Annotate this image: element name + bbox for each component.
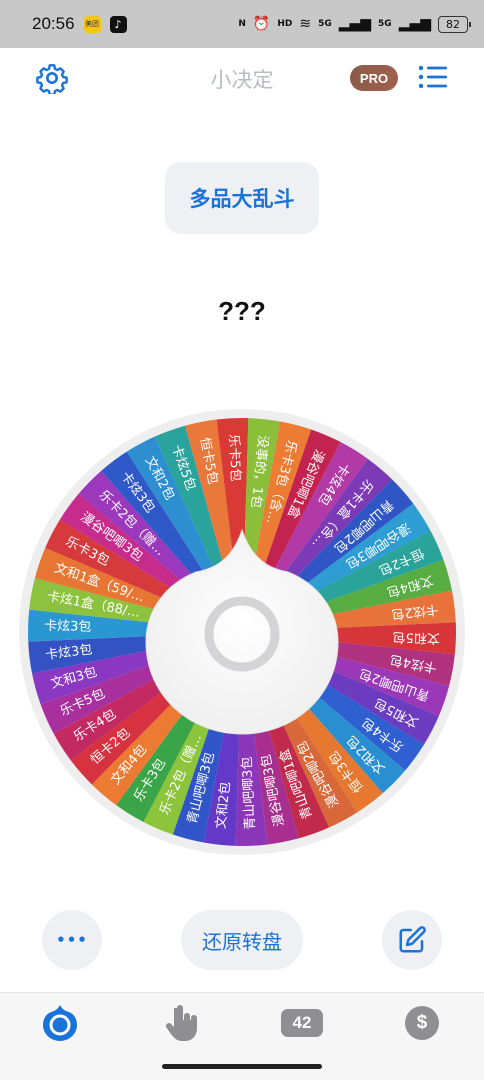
tiktok-app-icon: ♪ bbox=[109, 15, 127, 33]
battery-icon: 82 bbox=[438, 15, 471, 33]
status-indicators: N ⏰ HD ≋ 5G ▂▄▆ 5G ▂▄▆ 82 bbox=[238, 15, 471, 33]
wheel-segment-label: 卡炫3包 bbox=[44, 618, 92, 635]
signal-bars-icon-2: ▂▄▆ bbox=[398, 15, 431, 32]
status-bar: 20:56 美团 ♪ N ⏰ HD ≋ 5G ▂▄▆ 5G ▂▄▆ 82 bbox=[0, 0, 484, 48]
reset-wheel-button[interactable]: 还原转盘 bbox=[181, 910, 303, 970]
list-menu-icon[interactable] bbox=[418, 64, 448, 90]
nfc-icon: N bbox=[238, 18, 246, 29]
hand-pointer-icon bbox=[165, 1005, 197, 1041]
more-dots-icon: ••• bbox=[56, 931, 88, 949]
wifi-icon: ≋ bbox=[299, 15, 312, 32]
signal-5g-icon-2: 5G bbox=[378, 19, 392, 29]
category-button[interactable]: 多品大乱斗 bbox=[165, 162, 319, 234]
tab-tap[interactable] bbox=[160, 1003, 204, 1043]
signal-bars-icon: ▂▄▆ bbox=[338, 15, 372, 32]
more-options-button[interactable]: ••• bbox=[42, 910, 102, 970]
pro-badge[interactable]: PRO bbox=[350, 65, 398, 91]
dollar-icon: $ bbox=[405, 1006, 439, 1040]
spin-wheel[interactable]: 乐卡5包 没事的，1包乐卡3包（含…漫谷吧唧1盒卡炫4包乐卡1盒（含…青山吧唧2包… bbox=[18, 408, 466, 856]
tab-count[interactable]: 42 bbox=[280, 1003, 324, 1043]
count-badge: 42 bbox=[281, 1009, 323, 1037]
edit-button[interactable] bbox=[382, 910, 442, 970]
edit-pencil-icon bbox=[399, 926, 426, 953]
result-text: ??? bbox=[218, 296, 266, 326]
app-title: 小决定 bbox=[210, 68, 274, 92]
tab-dollar[interactable]: $ bbox=[400, 1003, 444, 1043]
tab-wheel[interactable] bbox=[38, 1003, 82, 1043]
hd-icon: HD bbox=[277, 19, 293, 29]
meituan-app-icon: 美团 bbox=[83, 15, 101, 33]
wheel-segment-label: 乐卡5包 bbox=[226, 434, 243, 482]
top-bar: 小决定 PRO bbox=[0, 48, 484, 108]
status-time: 20:56 bbox=[32, 14, 75, 33]
home-indicator bbox=[162, 1064, 322, 1069]
wheel-segment-label: 文和5包 bbox=[392, 629, 440, 645]
alarm-icon: ⏰ bbox=[252, 15, 271, 32]
wheel-tab-icon bbox=[43, 1005, 77, 1041]
signal-5g-icon: 5G bbox=[318, 19, 332, 29]
